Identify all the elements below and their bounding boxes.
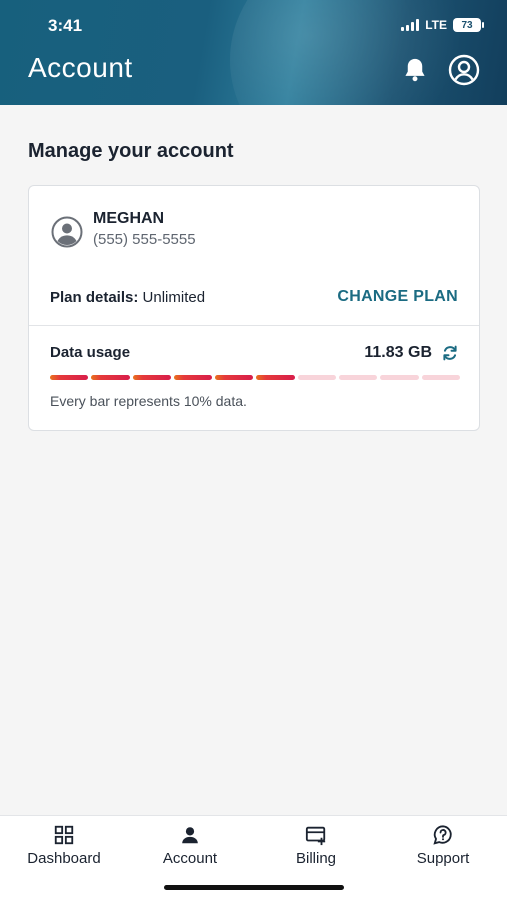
support-icon bbox=[433, 825, 452, 845]
nav-dashboard-label: Dashboard bbox=[27, 850, 101, 867]
plan-details-label: Plan details: bbox=[50, 289, 139, 306]
card-divider bbox=[29, 325, 479, 326]
status-indicators: LTE 73 bbox=[401, 18, 484, 32]
usage-note: Every bar represents 10% data. bbox=[50, 393, 247, 409]
change-plan-button[interactable]: CHANGE PLAN bbox=[337, 288, 458, 306]
nav-support[interactable]: Support bbox=[388, 824, 498, 867]
usage-segment-filled bbox=[50, 375, 89, 380]
page-title: Account bbox=[28, 52, 133, 83]
usage-segment-empty bbox=[297, 375, 337, 380]
account-icon bbox=[182, 827, 198, 844]
usage-segment-filled bbox=[256, 375, 295, 380]
user-phone: (555) 555-5555 bbox=[93, 231, 196, 248]
status-time: 3:41 bbox=[48, 16, 83, 35]
battery-level: 73 bbox=[461, 19, 473, 31]
home-indicator bbox=[164, 885, 344, 890]
profile-icon[interactable] bbox=[448, 54, 480, 86]
nav-dashboard[interactable]: Dashboard bbox=[9, 824, 119, 867]
dashboard-icon bbox=[54, 825, 74, 845]
usage-segment-empty bbox=[339, 375, 378, 380]
network-type: LTE bbox=[425, 18, 447, 32]
user-name: MEGHAN bbox=[93, 210, 165, 227]
usage-segment-filled bbox=[173, 375, 213, 380]
nav-billing-label: Billing bbox=[295, 850, 337, 867]
section-title: Manage your account bbox=[28, 140, 234, 162]
data-usage-bar bbox=[50, 375, 460, 380]
nav-billing[interactable]: Billing bbox=[261, 824, 371, 867]
refresh-icon[interactable] bbox=[441, 344, 459, 362]
billing-icon bbox=[305, 826, 326, 846]
data-usage-label: Data usage bbox=[50, 344, 131, 361]
bell-icon[interactable] bbox=[401, 56, 429, 84]
status-bar: 3:41 LTE 73 bbox=[0, 0, 507, 50]
nav-account-label: Account bbox=[162, 850, 218, 867]
usage-segment-empty bbox=[380, 375, 419, 380]
nav-support-label: Support bbox=[416, 850, 470, 867]
usage-segment-filled bbox=[91, 375, 130, 380]
app-header: 3:41 LTE 73 Account bbox=[0, 0, 507, 105]
signal-icon bbox=[401, 19, 420, 31]
data-usage-value: 11.83 GB bbox=[364, 344, 432, 361]
nav-account[interactable]: Account bbox=[135, 824, 245, 867]
usage-segment-filled bbox=[215, 375, 254, 380]
plan-details-value: Unlimited bbox=[142, 289, 206, 306]
usage-segment-filled bbox=[132, 375, 171, 380]
battery-icon: 73 bbox=[453, 18, 484, 32]
plan-details: Plan details: Unlimited bbox=[50, 289, 205, 306]
usage-segment-empty bbox=[421, 375, 460, 380]
user-avatar-icon bbox=[51, 216, 83, 248]
account-card: MEGHAN (555) 555-5555 Plan details: Unli… bbox=[28, 185, 480, 431]
